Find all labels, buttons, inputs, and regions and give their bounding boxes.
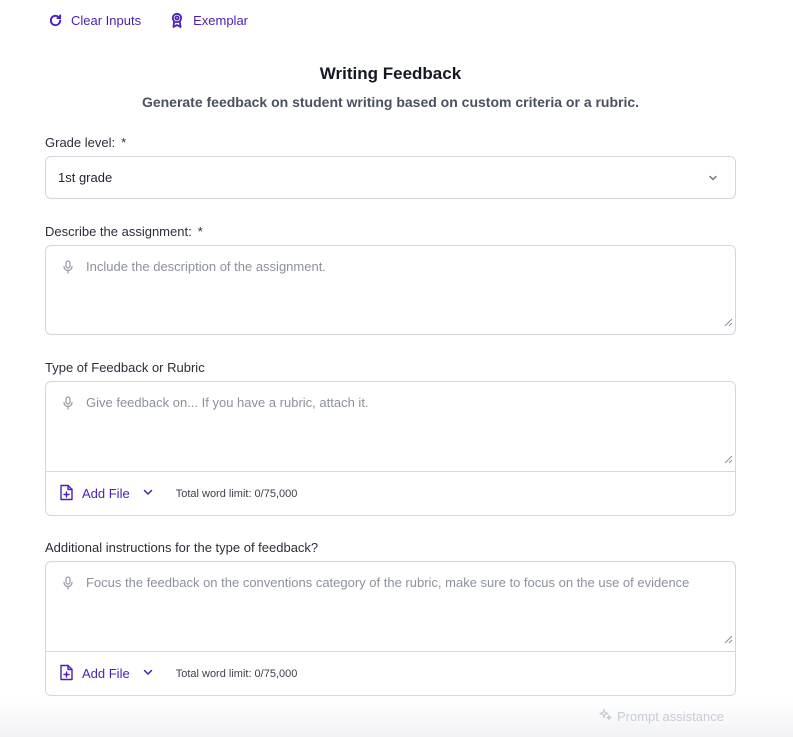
clear-inputs-label: Clear Inputs — [71, 12, 142, 28]
page-title: Writing Feedback — [319, 64, 462, 83]
assignment-placeholder: Include the description of the assignmen… — [86, 259, 326, 274]
prompt-assistance-label: Prompt assistance — [617, 708, 724, 724]
feedback-type-placeholder: Give feedback on... If you have a rubric… — [86, 395, 369, 410]
grade-level-label-text: Grade level: — [45, 135, 116, 150]
microphone-icon[interactable] — [62, 260, 74, 279]
feedback-type-label: Type of Feedback or Rubric — [45, 360, 205, 375]
add-file-button[interactable]: Add File — [59, 484, 154, 504]
required-mark: * — [197, 224, 203, 239]
resize-grip-icon[interactable] — [724, 631, 733, 649]
feedback-type-box: Give feedback on... If you have a rubric… — [45, 381, 736, 516]
file-plus-icon — [59, 664, 74, 684]
chevron-down-icon[interactable] — [142, 666, 154, 681]
sparkle-icon — [599, 708, 612, 724]
word-limit-text: Total word limit: 0/75,000 — [175, 667, 298, 680]
top-toolbar: Clear Inputs Exemplar — [48, 10, 248, 30]
assignment-textarea[interactable]: Include the description of the assignmen… — [45, 245, 736, 335]
refresh-icon — [48, 13, 63, 28]
award-icon — [169, 12, 185, 28]
chevron-down-icon[interactable] — [142, 486, 154, 501]
required-mark: * — [121, 135, 127, 150]
feedback-type-footer: Add File Total word limit: 0/75,000 — [46, 472, 735, 515]
file-plus-icon — [59, 484, 74, 504]
prompt-assistance-button[interactable]: Prompt assistance — [599, 708, 724, 724]
clear-inputs-button[interactable]: Clear Inputs — [48, 13, 141, 28]
exemplar-button[interactable]: Exemplar — [169, 12, 248, 28]
add-file-button[interactable]: Add File — [59, 664, 154, 684]
word-limit-text: Total word limit: 0/75,000 — [175, 487, 298, 500]
assignment-label: Describe the assignment: * — [45, 224, 203, 239]
additional-instructions-footer: Add File Total word limit: 0/75,000 — [46, 652, 735, 695]
additional-instructions-placeholder: Focus the feedback on the conventions ca… — [86, 575, 690, 590]
grade-level-select[interactable]: 1st grade — [45, 156, 736, 199]
microphone-icon[interactable] — [62, 396, 74, 415]
resize-grip-icon[interactable] — [724, 451, 733, 469]
exemplar-label: Exemplar — [193, 12, 249, 28]
resize-grip-icon[interactable] — [724, 314, 733, 332]
add-file-label: Add File — [82, 486, 130, 501]
grade-level-label: Grade level: * — [45, 135, 126, 150]
chevron-down-icon — [707, 172, 719, 187]
page-subtitle: Generate feedback on student writing bas… — [141, 94, 640, 110]
additional-instructions-box: Focus the feedback on the conventions ca… — [45, 561, 736, 696]
add-file-label: Add File — [82, 666, 130, 681]
additional-instructions-label: Additional instructions for the type of … — [45, 540, 319, 555]
additional-instructions-textarea[interactable]: Focus the feedback on the conventions ca… — [46, 562, 735, 652]
assignment-label-text: Describe the assignment: — [45, 224, 192, 239]
microphone-icon[interactable] — [62, 576, 74, 595]
feedback-type-textarea[interactable]: Give feedback on... If you have a rubric… — [46, 382, 735, 472]
grade-level-value: 1st grade — [58, 170, 113, 185]
